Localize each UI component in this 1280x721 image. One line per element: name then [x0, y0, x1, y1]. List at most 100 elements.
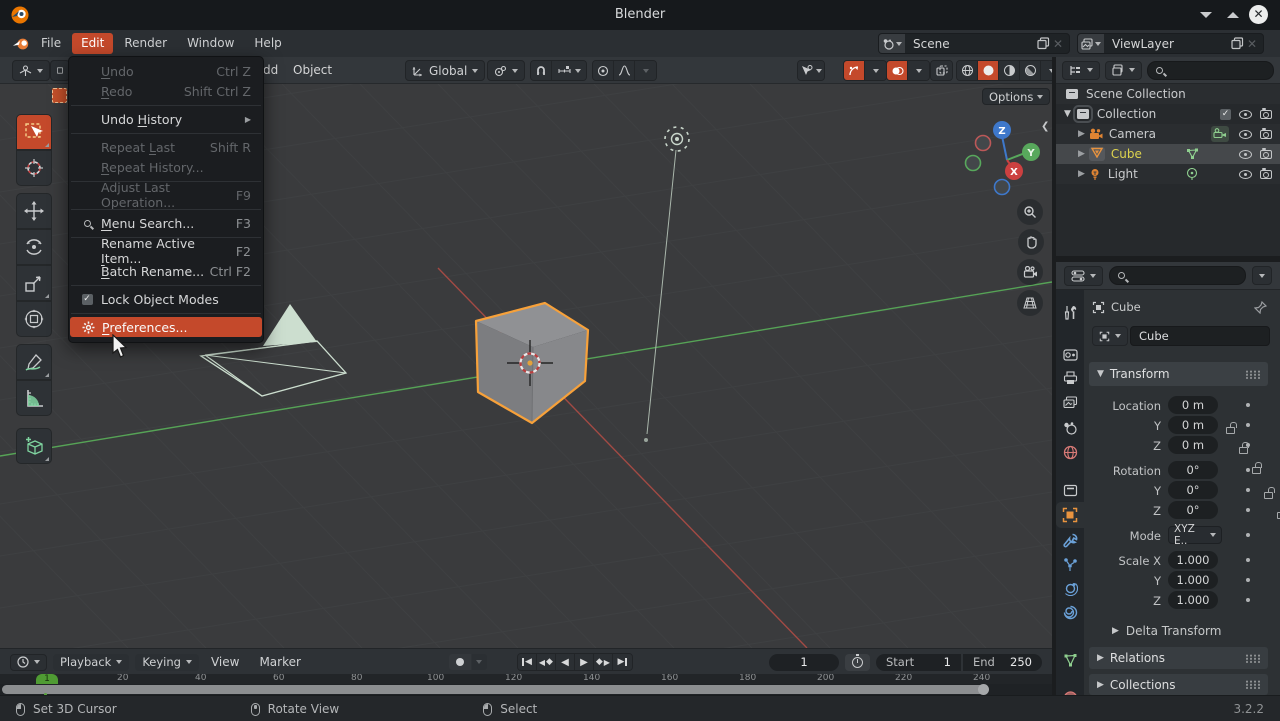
outliner-row-light[interactable]: ▶ Light: [1056, 164, 1280, 184]
tab-view-layer[interactable]: [1056, 390, 1084, 414]
shading-material-button[interactable]: [999, 61, 1020, 80]
transform-drag-grip[interactable]: [1245, 370, 1260, 379]
auto-keying-button[interactable]: [449, 654, 471, 670]
frame-end-field[interactable]: End 250: [963, 654, 1042, 671]
menu-item-undo-history[interactable]: Undo History ▶: [69, 109, 263, 129]
transform-orientation-dropdown[interactable]: Global: [405, 60, 485, 81]
pan-view-button[interactable]: [1018, 229, 1044, 255]
outliner-row-cube[interactable]: ▶ Cube: [1056, 144, 1280, 164]
rotation-z-animate-dot[interactable]: [1246, 508, 1250, 512]
object-type-visibility-dropdown[interactable]: [798, 61, 824, 80]
tab-scene[interactable]: [1056, 416, 1084, 440]
location-y-field[interactable]: 0 m: [1168, 416, 1218, 434]
show-gizmos-toggle[interactable]: [844, 61, 865, 80]
rotation-y-animate-dot[interactable]: [1246, 488, 1250, 492]
new-scene-icon[interactable]: [1037, 37, 1050, 50]
properties-search-input[interactable]: [1109, 266, 1246, 285]
tab-particles[interactable]: [1056, 552, 1084, 576]
current-frame-field[interactable]: 1: [769, 654, 839, 671]
scrollbar-handle-end[interactable]: [978, 684, 989, 695]
tool-add-cube[interactable]: [16, 428, 52, 464]
sidebar-collapse-arrow[interactable]: ❮: [1041, 121, 1049, 133]
light-expand-arrow[interactable]: ▶: [1078, 169, 1085, 179]
menu-object[interactable]: Object: [293, 63, 332, 77]
tab-render[interactable]: [1056, 342, 1084, 366]
object-id-browse-button[interactable]: [1092, 326, 1128, 346]
breadcrumb-label[interactable]: Cube: [1111, 300, 1141, 314]
scene-name[interactable]: Scene: [905, 37, 1037, 51]
snap-target-dropdown[interactable]: [552, 61, 586, 80]
scale-x-animate-dot[interactable]: [1246, 558, 1250, 562]
properties-options-dropdown[interactable]: [1252, 266, 1272, 285]
menu-item-batch-rename[interactable]: Batch Rename... Ctrl F2: [69, 261, 263, 281]
menu-item-menu-search[interactable]: Menu Search... F3: [69, 213, 263, 233]
tool-measure[interactable]: [16, 380, 52, 416]
proportional-edit-toggle[interactable]: [593, 61, 614, 80]
cube-hide-icon[interactable]: [1239, 150, 1252, 159]
tool-select-box[interactable]: [16, 114, 52, 150]
tab-physics[interactable]: [1056, 576, 1084, 600]
scale-z-animate-dot[interactable]: [1246, 598, 1250, 602]
location-z-lock-icon[interactable]: [1252, 467, 1261, 474]
playback-menu[interactable]: Playback: [53, 654, 129, 671]
active-tool-chip[interactable]: [52, 88, 67, 103]
options-button[interactable]: Options: [982, 88, 1050, 105]
gizmo-axis-neg-z[interactable]: [995, 180, 1010, 195]
timeline-editor-type-button[interactable]: [10, 654, 47, 671]
menu-help[interactable]: Help: [245, 33, 290, 54]
location-z-field[interactable]: 0 m: [1168, 436, 1218, 454]
play-reverse-button[interactable]: ◀: [556, 654, 575, 670]
jump-to-end-button[interactable]: ▶: [613, 654, 632, 670]
use-preview-range-button[interactable]: [845, 654, 870, 671]
delta-transform-panel[interactable]: ▶ Delta Transform: [1112, 624, 1221, 638]
next-keyframe-button[interactable]: ◆▶: [594, 654, 613, 670]
location-x-field[interactable]: 0 m: [1168, 396, 1218, 414]
viewlayer-selector[interactable]: ViewLayer ✕: [1077, 33, 1264, 54]
relations-drag-grip[interactable]: [1245, 654, 1260, 663]
viewlayer-name[interactable]: ViewLayer: [1104, 37, 1231, 51]
zoom-view-button[interactable]: [1017, 199, 1043, 225]
jump-to-start-button[interactable]: ◀: [518, 654, 537, 670]
gizmo-axis-neg-x[interactable]: [976, 136, 991, 151]
location-y-animate-dot[interactable]: [1246, 423, 1250, 427]
transform-collapse-arrow[interactable]: ▼: [1097, 369, 1104, 379]
outliner-row-camera[interactable]: ▶ Camera: [1056, 124, 1280, 144]
tab-tool[interactable]: [1056, 300, 1084, 324]
rotation-mode-dropdown[interactable]: XYZ E..: [1168, 526, 1222, 544]
timeline-scrollbar[interactable]: [0, 684, 1052, 695]
timeline-view-menu[interactable]: View: [211, 655, 239, 669]
location-x-lock-icon[interactable]: [1226, 427, 1235, 434]
camera-data-icon[interactable]: [1211, 126, 1229, 142]
camera-expand-arrow[interactable]: ▶: [1078, 129, 1085, 139]
tab-object-data[interactable]: [1056, 648, 1084, 672]
proportional-falloff-dropdown[interactable]: [614, 61, 635, 80]
collection-render-icon[interactable]: [1260, 110, 1272, 119]
relations-panel-header[interactable]: ▶ Relations: [1089, 647, 1268, 669]
scene-browse-button[interactable]: [879, 34, 905, 53]
rotation-mode-animate-dot[interactable]: [1246, 533, 1250, 537]
shading-wireframe-button[interactable]: [957, 61, 978, 80]
properties-editor-type-button[interactable]: [1064, 266, 1103, 286]
prev-keyframe-button[interactable]: ◀◆: [537, 654, 556, 670]
tool-transform[interactable]: [16, 301, 52, 337]
transform-panel-header[interactable]: ▼ Transform: [1089, 362, 1268, 386]
gizmo-axis-neg-y[interactable]: [966, 156, 981, 171]
outliner-row-scene-collection[interactable]: Scene Collection: [1056, 84, 1280, 104]
rotation-x-field[interactable]: 0°: [1168, 461, 1218, 479]
current-frame-marker[interactable]: 1: [36, 674, 58, 684]
menu-item-preferences[interactable]: Preferences...: [70, 317, 262, 337]
tab-world[interactable]: [1056, 440, 1084, 464]
scale-x-field[interactable]: 1.000: [1168, 551, 1218, 569]
blender-app-menu-icon[interactable]: [12, 37, 30, 51]
collections-panel-header[interactable]: ▶ Collections: [1089, 674, 1268, 695]
tab-object[interactable]: [1056, 502, 1084, 528]
rotation-x-animate-dot[interactable]: [1246, 468, 1250, 472]
collection-hide-icon[interactable]: [1239, 110, 1252, 119]
tab-modifiers[interactable]: [1056, 528, 1084, 552]
pin-icon[interactable]: [1254, 301, 1267, 314]
camera-hide-icon[interactable]: [1239, 130, 1252, 139]
new-viewlayer-icon[interactable]: [1231, 37, 1244, 50]
mode-selector-button[interactable]: [50, 60, 70, 81]
cube-render-icon[interactable]: [1260, 150, 1272, 159]
cube-expand-arrow[interactable]: ▶: [1078, 149, 1085, 159]
